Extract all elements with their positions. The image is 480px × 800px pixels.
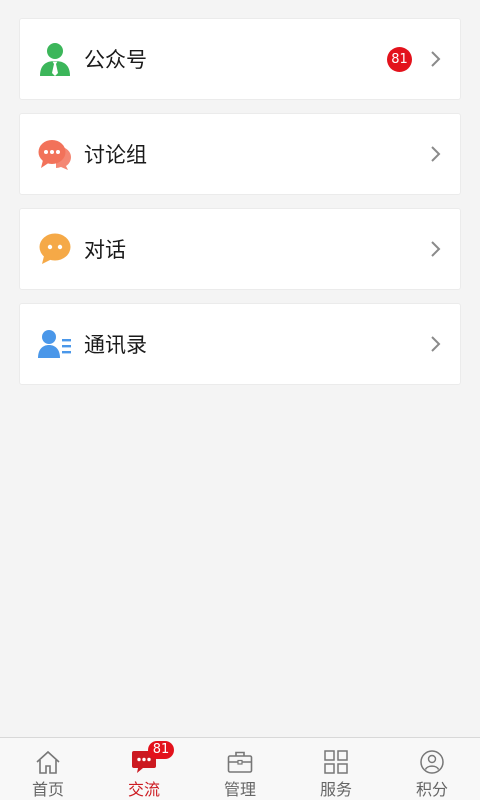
contacts-icon xyxy=(38,327,72,361)
menu-item-label: 公众号 xyxy=(84,48,147,72)
tab-management[interactable]: 管理 xyxy=(192,738,288,800)
tab-home[interactable]: 首页 xyxy=(0,738,96,800)
user-circle-icon xyxy=(419,749,445,774)
tab-label: 服务 xyxy=(319,780,352,799)
conversation-icon xyxy=(38,232,72,266)
tab-points[interactable]: 积分 xyxy=(384,738,480,800)
menu-item-label: 讨论组 xyxy=(84,143,147,167)
tab-label: 管理 xyxy=(223,780,256,799)
bottom-tab-bar: 首页 81 交流 管理 服务 积分 xyxy=(0,737,480,800)
menu-item-discussion-group[interactable]: 讨论组 xyxy=(19,113,461,195)
chevron-right-icon xyxy=(430,335,442,353)
briefcase-icon xyxy=(227,749,253,774)
grid-icon xyxy=(323,749,349,774)
menu-item-official-account[interactable]: 公众号 81 xyxy=(19,18,461,100)
menu-list: 公众号 81 讨论组 对话 通讯录 xyxy=(19,18,461,398)
chevron-right-icon xyxy=(430,50,442,68)
tab-unread-badge: 81 xyxy=(148,741,174,759)
tab-services[interactable]: 服务 xyxy=(288,738,384,800)
unread-badge: 81 xyxy=(387,47,412,72)
menu-item-conversation[interactable]: 对话 xyxy=(19,208,461,290)
tab-label: 交流 xyxy=(127,780,160,799)
home-icon xyxy=(35,749,61,774)
tab-label: 积分 xyxy=(415,780,448,799)
chevron-right-icon xyxy=(430,145,442,163)
chevron-right-icon xyxy=(430,240,442,258)
menu-item-label: 通讯录 xyxy=(84,333,147,357)
discussion-group-icon xyxy=(38,137,72,171)
tab-label: 首页 xyxy=(31,780,64,799)
menu-item-label: 对话 xyxy=(84,238,126,262)
official-account-icon xyxy=(38,42,72,76)
menu-item-contacts[interactable]: 通讯录 xyxy=(19,303,461,385)
tab-chat[interactable]: 81 交流 xyxy=(96,738,192,800)
